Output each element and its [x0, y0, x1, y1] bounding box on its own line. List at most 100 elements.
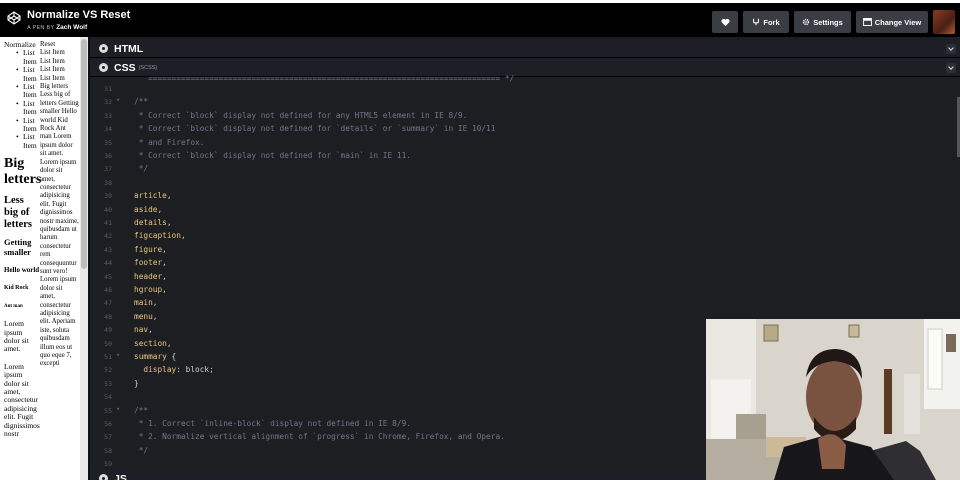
code-line[interactable]: 32 ▾ /** [90, 96, 960, 109]
normalize-list-item: List Item [4, 66, 40, 83]
codepen-logo-icon[interactable] [7, 11, 21, 25]
line-number: 44 [104, 259, 112, 268]
line-number: 31 [104, 85, 112, 93]
line-number: 54 [104, 393, 112, 402]
lorem-paragraph-short: Lorem ipsum dolor sit amet. [4, 319, 29, 354]
code-line[interactable]: 39 article, [90, 190, 960, 203]
fork-button[interactable]: Fork [743, 11, 789, 33]
code-line[interactable]: 36 * Correct `block` display not defined… [90, 150, 960, 163]
code-line[interactable]: 41 details, [90, 217, 960, 230]
code-text: aside, [134, 205, 162, 214]
code-line[interactable]: 34 * Correct `block` display not defined… [90, 123, 960, 136]
code-token: details [134, 218, 167, 227]
line-number: 38 [104, 178, 112, 187]
code-line[interactable]: 33 * Correct `block` display not defined… [90, 110, 960, 123]
code-text: article, [134, 191, 172, 200]
line-number: 50 [104, 339, 112, 348]
code-text: nav, [134, 325, 153, 334]
preview-scrollbar[interactable] [80, 37, 88, 480]
css-collapse-icon[interactable] [946, 63, 956, 73]
code-token: figure [134, 244, 163, 254]
code-text: header, [134, 272, 167, 281]
fork-label: Fork [763, 17, 780, 27]
code-line[interactable]: 45 header, [90, 271, 960, 284]
normalize-list-item: List Item [4, 82, 40, 100]
code-text: * Correct `block` display not defined fo… [134, 124, 496, 133]
line-number: 32 [104, 98, 112, 107]
code-token: /** [134, 405, 149, 415]
line-number: 49 [104, 326, 112, 335]
reset-title: Reset [40, 41, 56, 48]
reset-list-item: List Item [40, 74, 65, 82]
byline-prefix: A PEN BY [27, 25, 55, 31]
change-view-button[interactable]: Change View [856, 11, 928, 33]
code-text: ========================================… [134, 74, 515, 83]
html-pane-header[interactable]: HTML [90, 40, 960, 58]
css-pane-label: CSS [114, 61, 136, 74]
code-token: , [162, 258, 167, 268]
fold-toggle-icon[interactable]: ▾ [116, 96, 120, 104]
js-settings-icon[interactable] [99, 474, 108, 480]
code-line[interactable]: 46 hgroup, [90, 284, 960, 297]
code-token: */ [134, 445, 149, 455]
line-number: 56 [104, 420, 112, 428]
reset-list: List Item List Item List Item List Item [40, 49, 79, 83]
code-text: section, [134, 339, 172, 348]
fold-toggle-icon[interactable]: ▾ [116, 351, 120, 359]
line-number: 37 [104, 165, 112, 174]
line-number: 41 [104, 219, 112, 227]
code-token: article [134, 191, 167, 201]
code-line[interactable]: 43 figure, [90, 244, 960, 257]
line-number: 46 [104, 286, 112, 294]
author-link[interactable]: Zach Wolf [56, 24, 87, 31]
result-preview[interactable]: Normalize List ItemList ItemList ItemLis… [0, 37, 88, 480]
fold-toggle-icon[interactable]: ▾ [116, 405, 120, 413]
html-collapse-icon[interactable] [946, 44, 956, 54]
webcam-image [706, 319, 960, 480]
reset-list-item: List Item [40, 57, 65, 65]
code-token: , [148, 325, 153, 335]
code-token: aside [134, 204, 158, 214]
code-line[interactable]: 40 aside, [90, 204, 960, 217]
user-avatar[interactable] [933, 10, 955, 34]
getting-smaller-heading: Getting smaller [4, 237, 32, 258]
settings-button[interactable]: Settings [794, 11, 851, 33]
code-token: { [166, 352, 177, 361]
code-text: hgroup, [134, 285, 167, 294]
pen-title[interactable]: Normalize VS Reset [27, 9, 130, 21]
code-line[interactable]: 44 footer, [90, 257, 960, 270]
code-line[interactable]: 42 figcaption, [90, 230, 960, 243]
code-line[interactable]: 47 main, [90, 297, 960, 310]
line-number: 51 [104, 353, 112, 361]
line-number: 47 [104, 299, 112, 308]
code-token: , [180, 231, 186, 241]
code-line[interactable]: 31 [90, 83, 960, 96]
code-text: figcaption, [134, 231, 186, 240]
html-settings-icon[interactable] [99, 44, 108, 53]
code-line[interactable]: 37 */ [90, 163, 960, 176]
code-text: } [134, 379, 139, 388]
css-settings-icon[interactable] [99, 63, 108, 72]
code-token: header [134, 271, 163, 281]
line-number: 40 [104, 205, 112, 214]
ant-man-heading: Ant man [4, 303, 23, 309]
code-line[interactable]: 38 [90, 177, 960, 190]
code-token: , [162, 271, 167, 281]
code-text: main, [134, 298, 157, 307]
normalize-list-item: List Item [4, 49, 40, 66]
code-text: */ [134, 164, 148, 173]
preview-scroll-thumb[interactable] [81, 39, 87, 269]
kid-rock-heading: Kid Rock [4, 285, 29, 292]
like-button[interactable] [712, 11, 738, 33]
big-letters-heading: Big letters [4, 156, 42, 188]
line-number: 34 [104, 125, 112, 134]
webcam-overlay [706, 319, 960, 480]
code-line[interactable]: 35 * and Firefox. [90, 137, 960, 150]
code-token: nav [134, 325, 149, 335]
code-token: , [166, 191, 172, 201]
code-token: , [152, 298, 158, 308]
top-bar: Normalize VS Reset A PEN BY Zach Wolf Fo… [0, 0, 960, 37]
html-pane-label: HTML [114, 42, 144, 55]
code-token: , [157, 204, 163, 214]
line-number: 42 [104, 232, 112, 241]
